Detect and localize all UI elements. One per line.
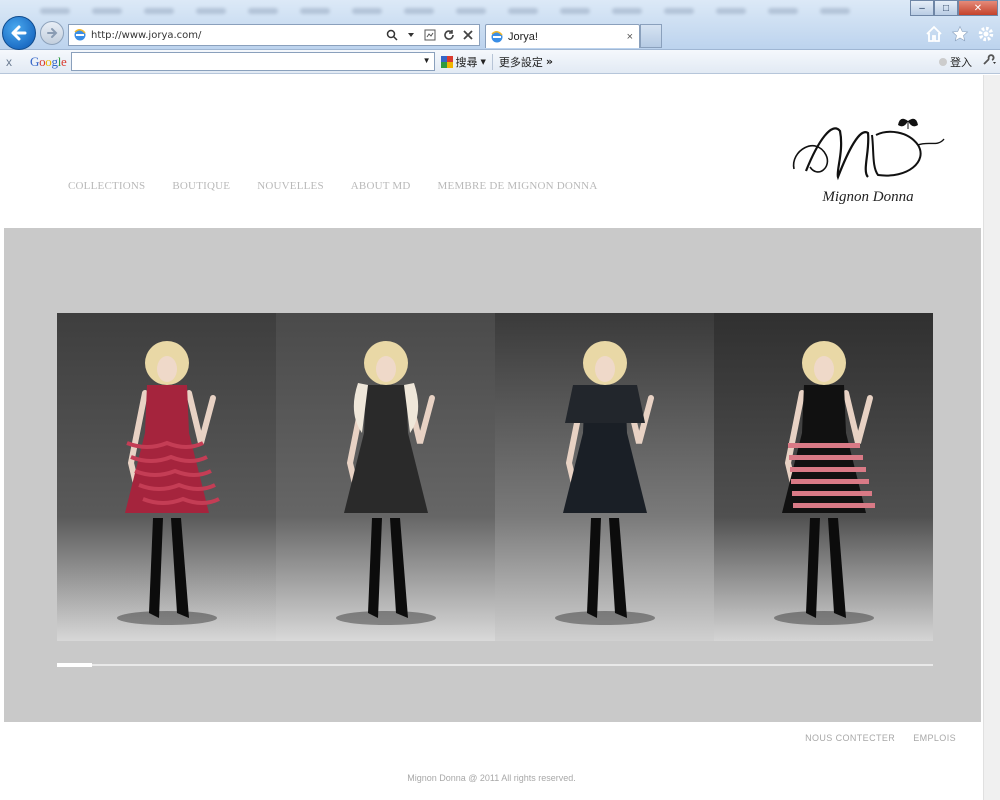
ie-logo-icon — [491, 30, 503, 42]
main-navigation: COLLECTIONS BOUTIQUE NOUVELLES ABOUT MD … — [68, 180, 597, 192]
footer-link-emplois[interactable]: EMPLOIS — [913, 733, 956, 743]
more-settings-label: 更多設定 — [498, 55, 543, 69]
ie-logo-icon — [74, 29, 86, 41]
divider — [491, 53, 493, 70]
model-photo-ruffle-dress — [57, 313, 276, 641]
tab-title: Jorya! — [508, 30, 538, 43]
nav-collections[interactable]: COLLECTIONS — [68, 180, 145, 192]
wrench-icon[interactable] — [982, 54, 996, 70]
slide-panel-4[interactable] — [714, 313, 933, 641]
address-bar[interactable]: http://www.jorya.com/ — [68, 24, 480, 46]
slideshow-progress-bar[interactable] — [57, 663, 933, 667]
slide-panel-2[interactable] — [276, 313, 495, 641]
user-dot-icon — [939, 58, 947, 66]
dropdown-arrow-icon[interactable]: ▼ — [423, 56, 431, 65]
arrow-right-icon — [47, 28, 58, 38]
vertical-scrollbar[interactable] — [983, 75, 1000, 800]
slideshow-progress-fill — [57, 663, 93, 667]
toolbar-close-button[interactable]: x — [6, 55, 24, 69]
close-window-button[interactable]: ✕ — [958, 0, 998, 16]
chevron-down-icon: ▼ — [480, 57, 486, 66]
dropdown-arrow-icon[interactable] — [403, 27, 419, 43]
favorites-star-icon[interactable] — [950, 24, 970, 44]
brand-logo[interactable]: Mignon Donna — [788, 111, 948, 215]
toolbar-right: 登入 — [939, 54, 996, 70]
google-search-button[interactable]: 搜尋 ▼ — [440, 54, 486, 70]
logo-wordmark: Mignon Donna — [822, 189, 914, 205]
md-monogram-icon — [792, 118, 945, 181]
minimize-button[interactable]: – — [910, 0, 934, 16]
search-button-label: 搜尋 — [455, 55, 478, 69]
more-settings-button[interactable]: 更多設定 » — [499, 54, 553, 70]
gear-icon[interactable] — [976, 24, 996, 44]
footer-link-contact[interactable]: NOUS CONTECTER — [805, 733, 895, 743]
refresh-icon[interactable] — [441, 27, 457, 43]
blurred-menu-bar — [40, 2, 900, 20]
arrow-left-icon — [11, 25, 27, 41]
search-icon[interactable] — [384, 27, 400, 43]
google-logo-icon: Google — [30, 53, 67, 69]
new-tab-button[interactable] — [640, 24, 662, 48]
back-button[interactable] — [2, 16, 36, 50]
browser-chrome: http://www.jorya.com/ Jorya! × – □ ✕ — [0, 0, 1000, 50]
hero-slideshow — [4, 228, 981, 722]
footer-links: NOUS CONTECTER EMPLOIS — [805, 733, 956, 743]
slideshow-panels[interactable] — [57, 313, 933, 641]
copyright-text: Mignon Donna @ 2011 All rights reserved. — [407, 773, 576, 783]
signin-button[interactable]: 登入 — [939, 54, 972, 70]
home-icon[interactable] — [924, 24, 944, 44]
model-photo-fur-dress — [276, 313, 495, 641]
model-photo-cape-dress — [495, 313, 714, 641]
google-g-icon — [440, 55, 453, 68]
nav-about-md[interactable]: ABOUT MD — [351, 180, 411, 192]
google-toolbar: x Google ▼ 搜尋 ▼ 更多設定 » 登入 — [0, 50, 1000, 74]
browser-right-icons — [924, 24, 996, 44]
web-page: Mignon Donna COLLECTIONS BOUTIQUE NOUVEL… — [0, 75, 983, 800]
model-photo-striped-dress — [714, 313, 933, 641]
double-chevron-icon: » — [545, 55, 553, 68]
stop-icon[interactable] — [460, 27, 476, 43]
slide-panel-1[interactable] — [57, 313, 276, 641]
browser-tab[interactable]: Jorya! × — [485, 24, 640, 48]
forward-button[interactable] — [40, 21, 64, 45]
window-controls: – □ ✕ — [910, 0, 998, 16]
signin-label: 登入 — [950, 56, 972, 69]
tab-close-button[interactable]: × — [627, 31, 633, 43]
nav-nouvelles[interactable]: NOUVELLES — [257, 180, 324, 192]
slide-panel-3[interactable] — [495, 313, 714, 641]
nav-boutique[interactable]: BOUTIQUE — [172, 180, 230, 192]
google-search-input[interactable]: ▼ — [70, 52, 435, 71]
nav-membre[interactable]: MEMBRE DE MIGNON DONNA — [438, 180, 598, 192]
maximize-button[interactable]: □ — [934, 0, 958, 16]
compatibility-view-icon[interactable] — [422, 27, 438, 43]
address-url[interactable]: http://www.jorya.com/ — [91, 30, 384, 41]
